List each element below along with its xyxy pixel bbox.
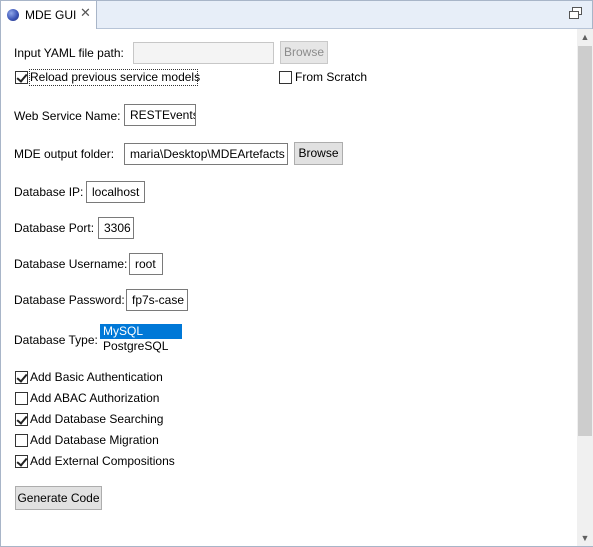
abac-authorization-checkbox[interactable] xyxy=(15,392,28,405)
external-compositions-checkbox[interactable] xyxy=(15,455,28,468)
output-browse-button[interactable]: Browse xyxy=(294,142,343,165)
database-searching-label: Add Database Searching xyxy=(30,412,164,426)
list-option-postgresql[interactable]: PostgreSQL xyxy=(100,339,182,354)
reload-models-label: Reload previous service models xyxy=(30,70,201,84)
basic-auth-checkbox[interactable] xyxy=(15,371,28,384)
database-password-input[interactable]: fp7s-case xyxy=(126,289,188,311)
abac-authorization-label: Add ABAC Authorization xyxy=(30,391,160,405)
tab-bar: MDE GUI ✕ xyxy=(1,1,592,29)
database-port-input[interactable]: 3306 xyxy=(98,217,134,239)
tab-label: MDE GUI xyxy=(25,8,77,22)
restore-icon[interactable] xyxy=(569,7,582,19)
database-ip-input[interactable]: localhost xyxy=(86,181,145,203)
database-port-label: Database Port: xyxy=(14,221,95,235)
basic-auth-label: Add Basic Authentication xyxy=(30,370,163,384)
scrollbar-thumb[interactable] xyxy=(578,46,592,436)
database-username-label: Database Username: xyxy=(14,257,128,271)
database-type-list[interactable]: MySQL PostgreSQL xyxy=(100,324,182,354)
database-searching-checkbox[interactable] xyxy=(15,413,28,426)
tab-mde-gui[interactable]: MDE GUI ✕ xyxy=(1,1,97,29)
scroll-up-arrow-icon[interactable]: ▲ xyxy=(577,29,593,45)
output-folder-input[interactable]: maria\Desktop\MDEArtefacts xyxy=(124,143,288,165)
close-icon[interactable]: ✕ xyxy=(80,6,91,20)
mde-gui-view: MDE GUI ✕ Input YAML file path: Browse R… xyxy=(0,0,593,547)
external-compositions-label: Add External Compositions xyxy=(30,454,175,468)
form-panel: Input YAML file path: Browse Reload prev… xyxy=(2,29,577,546)
eclipse-plugin-icon xyxy=(7,9,19,21)
vertical-scrollbar[interactable]: ▲ ▼ xyxy=(577,29,593,546)
from-scratch-checkbox[interactable] xyxy=(279,71,292,84)
output-folder-label: MDE output folder: xyxy=(14,147,115,161)
generate-code-button[interactable]: Generate Code xyxy=(15,486,102,510)
database-migration-label: Add Database Migration xyxy=(30,433,159,447)
web-service-name-input[interactable]: RESTEvents xyxy=(124,104,196,126)
database-ip-label: Database IP: xyxy=(14,185,84,199)
from-scratch-label: From Scratch xyxy=(295,70,368,84)
yaml-path-input[interactable] xyxy=(133,42,274,64)
database-migration-checkbox[interactable] xyxy=(15,434,28,447)
database-type-label: Database Type: xyxy=(14,333,98,347)
web-service-name-label: Web Service Name: xyxy=(14,109,121,123)
yaml-path-label: Input YAML file path: xyxy=(14,46,124,60)
scroll-down-arrow-icon[interactable]: ▼ xyxy=(577,530,593,546)
list-option-mysql[interactable]: MySQL xyxy=(100,324,182,339)
reload-models-checkbox[interactable] xyxy=(15,71,28,84)
database-username-input[interactable]: root xyxy=(129,253,163,275)
database-password-label: Database Password: xyxy=(14,293,125,307)
yaml-browse-button[interactable]: Browse xyxy=(280,41,328,64)
